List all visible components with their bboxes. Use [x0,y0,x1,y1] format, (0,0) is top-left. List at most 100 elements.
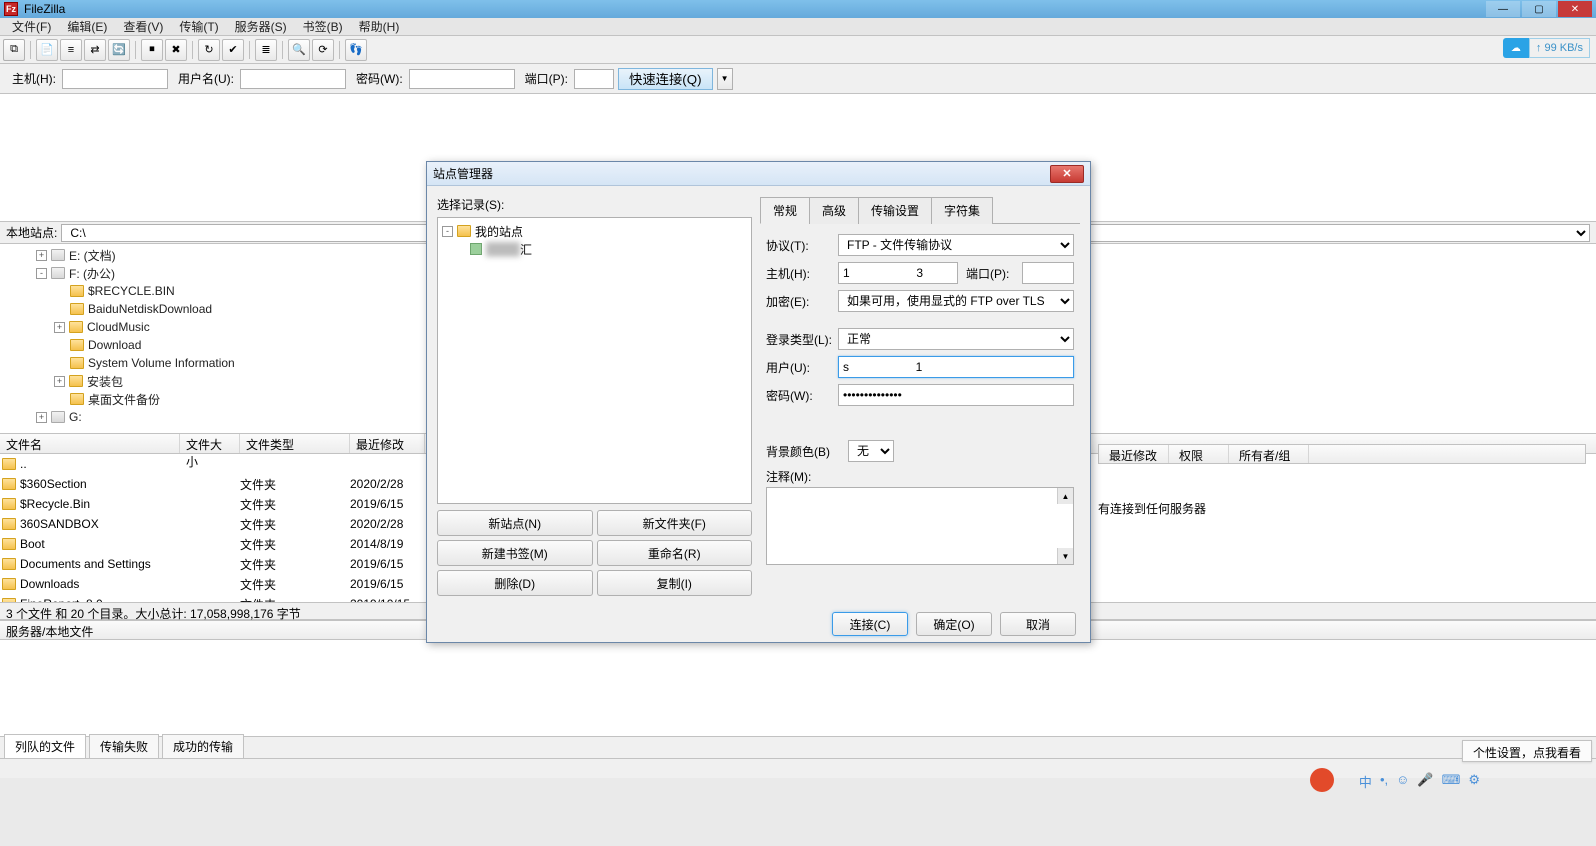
expander-icon[interactable]: + [36,412,47,423]
col-mod[interactable]: 最近修改 [350,434,425,453]
menu-file[interactable]: 文件(F) [4,18,59,35]
qtab-success[interactable]: 成功的传输 [162,734,244,758]
tray-icon[interactable]: ☺ [1396,772,1409,791]
rcol-owner[interactable]: 所有者/组 [1229,445,1309,463]
col-size[interactable]: 文件大小 [180,434,240,453]
toolbar: ⧉ 📄 ≡ ⇄ 🔄 ⏹ ✖ ↻ ✔ ≣ 🔍 ⟳ 👣 [0,36,1596,64]
qtab-failed[interactable]: 传输失败 [89,734,159,758]
maximize-button[interactable]: ▢ [1522,1,1556,17]
scroll-up-icon[interactable]: ▲ [1057,488,1073,504]
tb-btn-9[interactable]: ✔ [222,39,244,61]
connect-button[interactable]: 连接(C) [832,612,908,636]
tab-transfer[interactable]: 传输设置 [858,197,932,224]
expander-icon[interactable]: - [36,268,47,279]
tree-root[interactable]: 我的站点 [475,223,523,240]
settings-tooltip[interactable]: 个性设置，点我看看 [1462,740,1592,762]
port-input[interactable] [574,69,614,89]
login-select[interactable]: 正常 [838,328,1074,350]
tray-icon[interactable]: 🎤 [1417,772,1433,791]
new-folder-button[interactable]: 新文件夹(F) [597,510,753,536]
password-input[interactable] [409,69,515,89]
quickconnect-bar: 主机(H): 用户名(U): 密码(W): 端口(P): 快速连接(Q) ▼ [0,64,1596,94]
tb-btn-11[interactable]: 🔍 [288,39,310,61]
bg-select[interactable]: 无 [848,440,894,462]
col-type[interactable]: 文件类型 [240,434,350,453]
tray-icon[interactable]: ⌨ [1442,772,1461,791]
col-name[interactable]: 文件名 [0,434,180,453]
menu-transfer[interactable]: 传输(T) [171,18,226,35]
tb-btn-3[interactable]: ≡ [60,39,82,61]
menu-view[interactable]: 查看(V) [115,18,171,35]
tb-btn-5[interactable]: 🔄 [108,39,130,61]
dlg-host-input[interactable] [838,262,958,284]
queue-body[interactable] [0,640,1596,736]
tb-btn-12[interactable]: ⟳ [312,39,334,61]
username-input[interactable] [240,69,346,89]
minimize-button[interactable]: — [1486,1,1520,17]
rcol-mod[interactable]: 最近修改 [1099,445,1169,463]
tb-btn-6[interactable]: ⏹ [141,39,163,61]
cancel-button[interactable]: 取消 [1000,612,1076,636]
pass-label: 密码(W): [356,70,403,87]
menu-server[interactable]: 服务器(S) [227,18,295,35]
site-manager-button[interactable]: ⧉ [3,39,25,61]
folder-icon [70,303,84,315]
enc-select[interactable]: 如果可用，使用显式的 FTP over TLS [838,290,1074,312]
expander-icon[interactable]: + [54,322,65,333]
new-site-button[interactable]: 新站点(N) [437,510,593,536]
app-title: FileZilla [24,2,65,16]
copy-button[interactable]: 复制(I) [597,570,753,596]
tb-btn-2[interactable]: 📄 [36,39,58,61]
expander-icon[interactable]: + [36,250,47,261]
dialog-close-button[interactable]: ✕ [1050,165,1084,183]
folder-icon [70,357,84,369]
bg-label: 背景颜色(B) [766,443,848,460]
tb-btn-10[interactable]: ≣ [255,39,277,61]
file-name: FineReport_8.0 [20,597,103,602]
comment-label: 注释(M): [766,468,838,485]
tray-icon[interactable]: ⚙ [1468,772,1480,791]
comment-box[interactable]: ▲ ▼ [766,487,1074,565]
tb-btn-13[interactable]: 👣 [345,39,367,61]
menu-bookmarks[interactable]: 书签(B) [295,18,351,35]
menu-help[interactable]: 帮助(H) [351,18,408,35]
rcol-perm[interactable]: 权限 [1169,445,1229,463]
statusbar [0,758,1596,778]
tb-btn-8[interactable]: ↻ [198,39,220,61]
delete-button[interactable]: 删除(D) [437,570,593,596]
ok-button[interactable]: 确定(O) [916,612,992,636]
tray-icon[interactable]: 中 [1359,772,1372,791]
qtab-queued[interactable]: 列队的文件 [4,734,86,758]
dlg-port-input[interactable] [1022,262,1074,284]
scroll-down-icon[interactable]: ▼ [1057,548,1073,564]
expander-icon[interactable]: + [54,376,65,387]
site-tree[interactable]: - 我的站点 ████ 汇 [437,217,752,504]
close-button[interactable]: ✕ [1558,1,1592,17]
tb-btn-7[interactable]: ✖ [165,39,187,61]
dlg-pass-input[interactable] [838,384,1074,406]
dlg-user-input[interactable] [838,356,1074,378]
proto-select[interactable]: FTP - 文件传输协议 [838,234,1074,256]
dlg-port-label: 端口(P): [966,265,1022,282]
quickconnect-dropdown[interactable]: ▼ [717,68,733,90]
dlg-pass-label: 密码(W): [766,387,838,404]
new-bookmark-button[interactable]: 新建书签(M) [437,540,593,566]
quickconnect-button[interactable]: 快速连接(Q) [618,68,713,90]
file-name: Downloads [20,577,79,591]
folder-icon [69,375,83,387]
tab-advanced[interactable]: 高级 [809,197,859,224]
tray-orange-icon[interactable] [1310,768,1334,792]
folder-icon [70,285,84,297]
tree-label: F: (办公) [69,265,115,282]
tab-charset[interactable]: 字符集 [931,197,993,224]
expander-icon[interactable]: - [442,226,453,237]
dialog-titlebar: 站点管理器 ✕ [427,162,1090,186]
rename-button[interactable]: 重命名(R) [597,540,753,566]
folder-icon [2,478,16,490]
tb-btn-4[interactable]: ⇄ [84,39,106,61]
menu-edit[interactable]: 编辑(E) [59,18,115,35]
tray-icon[interactable]: •, [1380,772,1388,791]
tree-site[interactable]: 汇 [520,241,532,258]
host-input[interactable] [62,69,168,89]
tab-general[interactable]: 常规 [760,197,810,224]
